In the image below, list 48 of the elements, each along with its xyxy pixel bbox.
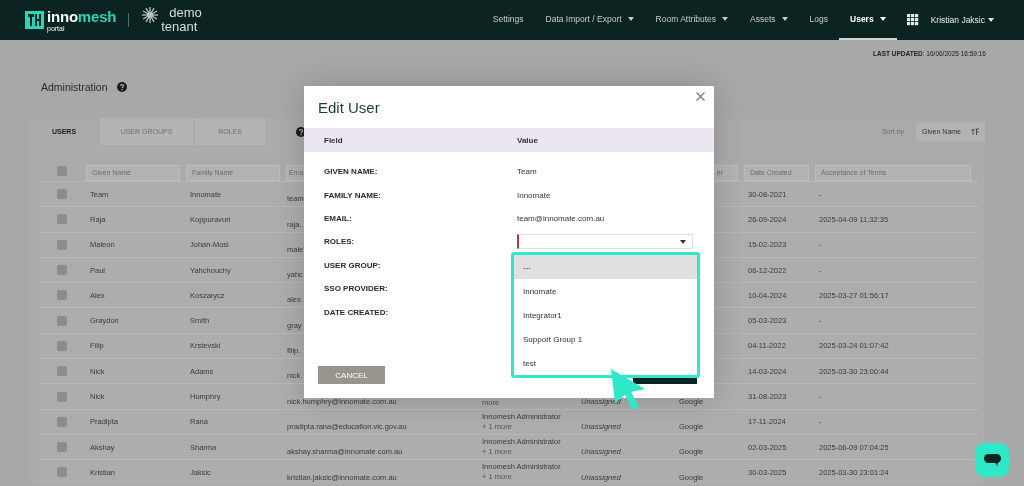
checkbox[interactable] [57, 315, 67, 326]
dropdown-option[interactable]: --- [514, 255, 697, 279]
field-label: SSO PROVIDER: [324, 284, 389, 294]
field-label: ROLES: [324, 237, 356, 247]
checkbox[interactable] [57, 166, 67, 176]
field-value: Innomate [517, 190, 552, 200]
column-header: Field [324, 135, 344, 145]
checkbox[interactable] [57, 442, 67, 453]
field-label: USER GROUP: [324, 260, 382, 270]
nav-link[interactable]: Settings [481, 0, 535, 40]
field-label: FAMILY NAME: [324, 190, 382, 200]
field-label: EMAIL: [324, 213, 353, 223]
nav-link[interactable]: Data Import / Export [534, 0, 645, 40]
nav-link[interactable]: Room Attributes [644, 0, 740, 40]
field-value: team@innomate.com.au [517, 213, 606, 223]
nav-link[interactable]: Logs [798, 0, 840, 40]
caret-icon [680, 239, 686, 244]
nav-link[interactable]: Assets [739, 0, 799, 40]
close-icon[interactable] [696, 92, 705, 101]
caret-icon [988, 18, 994, 22]
checkbox[interactable] [57, 366, 67, 377]
column-header: Value [517, 135, 539, 145]
field-value: Team [517, 167, 538, 177]
checkbox[interactable] [57, 416, 67, 427]
sort-icon [971, 128, 979, 135]
checkbox[interactable] [57, 239, 67, 250]
checkbox[interactable] [57, 340, 67, 351]
page-title: Administration [41, 81, 108, 93]
logo-icon [25, 11, 44, 29]
grid-icon[interactable] [906, 14, 919, 26]
nav-link[interactable]: Users [839, 0, 897, 40]
checkbox[interactable] [57, 189, 67, 200]
field-label: GIVEN NAME: [324, 167, 379, 177]
checkbox[interactable] [57, 391, 67, 402]
user-menu[interactable]: Kristian Jaksic [930, 15, 994, 25]
logo-wordmark: innomesh [47, 8, 117, 24]
checkbox[interactable] [57, 467, 67, 478]
roles-select[interactable] [517, 234, 693, 250]
checkbox[interactable] [57, 290, 67, 301]
snowflake-icon [141, 6, 160, 25]
help-icon [116, 82, 127, 92]
chat-icon [983, 453, 1001, 467]
field-label: DATE CREATED: [324, 307, 390, 317]
checkbox[interactable] [57, 265, 67, 276]
chat-button[interactable] [975, 443, 1009, 477]
dialog-title: Edit User [318, 98, 380, 116]
checkbox[interactable] [57, 214, 67, 225]
tenant-name: demo tenant [161, 6, 202, 34]
